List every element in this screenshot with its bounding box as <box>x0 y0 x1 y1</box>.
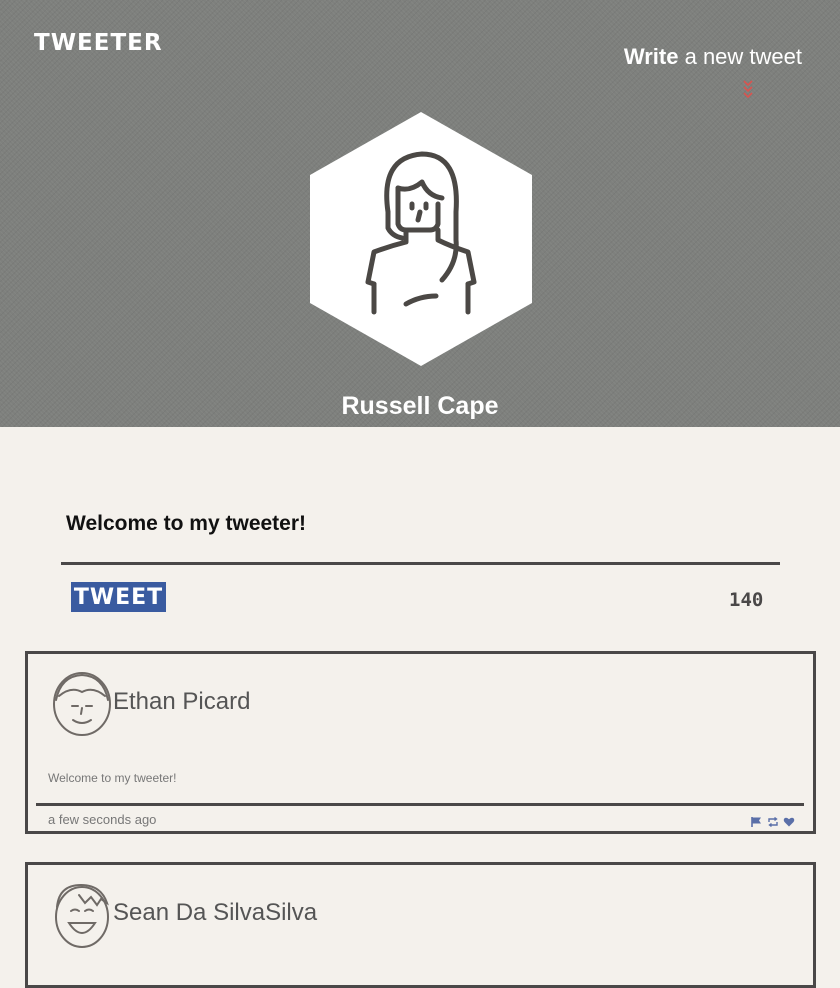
tweet-button[interactable]: TWEET <box>71 582 166 612</box>
tweet-author: Ethan Picard <box>113 688 251 715</box>
flag-icon[interactable] <box>751 813 763 827</box>
profile-header: TWEETER Write a new tweet Russell Cape <box>0 0 840 427</box>
user-avatar-icon <box>55 883 109 948</box>
composer-prompt[interactable]: Welcome to my tweeter! <box>66 512 306 536</box>
heart-icon[interactable] <box>783 813 795 827</box>
composer-divider <box>61 562 780 565</box>
retweet-icon[interactable] <box>767 813 779 828</box>
write-tweet-link[interactable]: Write a new tweet <box>624 44 802 70</box>
compose-rest-label: a new tweet <box>678 44 802 69</box>
tweet-timestamp: a few seconds ago <box>48 812 157 827</box>
compose-bold-label: Write <box>623 44 679 69</box>
tweet-actions <box>751 813 795 828</box>
chevron-down-icon[interactable] <box>742 79 754 101</box>
profile-name: Russell Cape <box>341 392 499 420</box>
tweet-text: Welcome to my tweeter! <box>48 771 177 785</box>
brand-logo[interactable]: TWEETER <box>34 30 163 56</box>
tweet-author: Sean Da SilvaSilva <box>113 899 318 926</box>
tweet-card: Ethan Picard Welcome to my tweeter! a fe… <box>25 651 816 834</box>
tweet-divider <box>36 803 804 806</box>
profile-avatar <box>310 112 532 366</box>
user-avatar-icon <box>53 672 111 736</box>
character-counter: 140 <box>729 589 764 611</box>
tweet-card: Sean Da SilvaSilva <box>25 862 816 988</box>
